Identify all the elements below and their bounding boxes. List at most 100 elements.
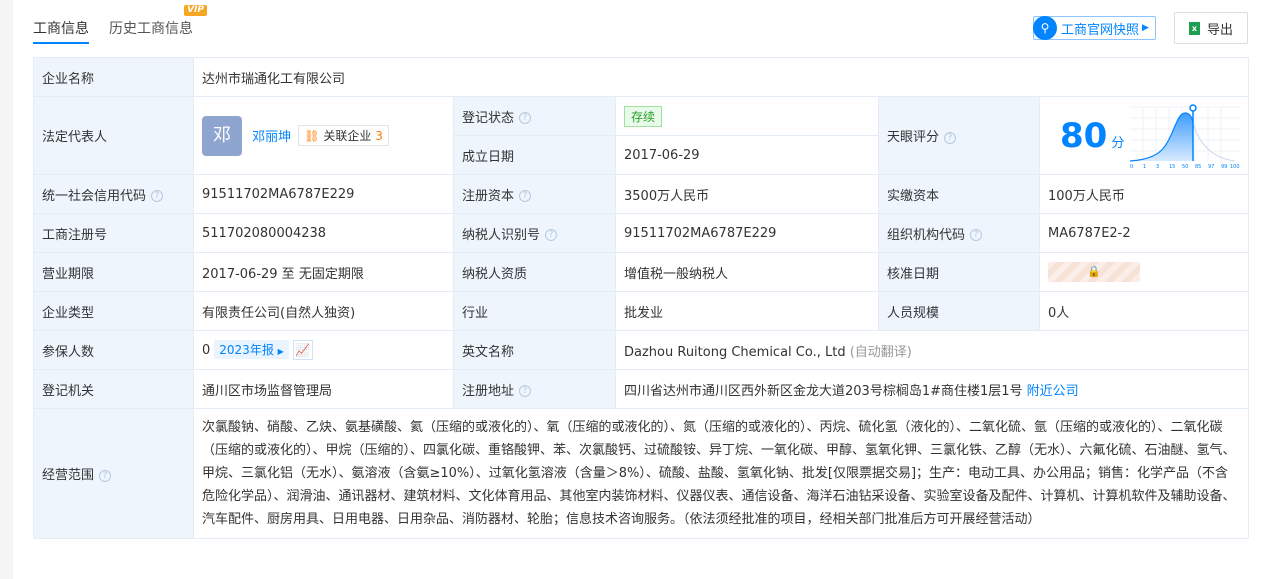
legal-rep-cell: 邓 邓丽坤 ⛓ 关联企业 3 — [193, 96, 454, 175]
field-label: 英文名称 — [453, 330, 616, 370]
label-text: 经营范围 — [42, 468, 95, 483]
label-text: 注册资本 — [462, 188, 515, 204]
export-button[interactable]: x 导出 — [1174, 12, 1248, 44]
authority-value: 通川区市场监督管理局 — [193, 369, 454, 409]
help-icon[interactable]: ? — [519, 112, 532, 124]
label-text: 统一社会信用代码 — [42, 188, 147, 204]
field-label: 登记机关 — [33, 369, 194, 409]
snapshot-label: 工商官网快照 — [1061, 22, 1140, 38]
legal-rep-name-link[interactable]: 邓丽坤 — [252, 130, 291, 145]
auto-translate-note: (自动翻译) — [849, 344, 912, 360]
table-row: 统一社会信用代码? 91511702MA6787E229 注册资本? 3500万… — [33, 174, 1250, 214]
field-label: 登记状态? — [453, 96, 616, 136]
label-text: 注册地址 — [462, 383, 515, 399]
help-icon[interactable]: ? — [519, 190, 532, 202]
org-code-value: MA6787E2-2 — [1038, 213, 1250, 253]
score-value: 80 分 — [1060, 116, 1124, 156]
tab-label: 历史工商信息 — [109, 21, 193, 37]
field-label: 参保人数 — [33, 330, 194, 370]
related-label: 关联企业 — [323, 129, 372, 143]
related-companies-button[interactable]: ⛓ 关联企业 3 — [298, 125, 389, 146]
label-text: 天眼评分 — [887, 130, 940, 145]
label-text: 纳税人识别号 — [462, 227, 541, 243]
business-scope-value: 次氯酸钠、硝酸、乙炔、氨基磺酸、氦（压缩的或液化的）、氧（压缩的或液化的）、氮（… — [192, 408, 1250, 539]
score-unit: 分 — [1111, 135, 1125, 151]
table-row: 登记机关 通川区市场监督管理局 注册地址? 四川省达州市通川区西外新区金龙大道2… — [33, 369, 1250, 409]
export-label: 导出 — [1206, 22, 1233, 38]
field-label: 经营范围? — [33, 408, 194, 539]
score-axis-tick: 50 — [1182, 164, 1188, 169]
tabs: 工商信息 历史工商信息 VIP — [33, 0, 213, 44]
stamp-icon: ⚲ — [1033, 15, 1057, 40]
reg-no-value: 511702080004238 — [193, 213, 454, 253]
help-icon[interactable]: ? — [944, 131, 957, 144]
term-value: 2017-06-29 至 无固定期限 — [193, 252, 454, 292]
table-row: 参保人数 0 2023年报 ▶ 📈 英文名称 Dazhou Ruitong Chem… — [33, 330, 1250, 370]
table-row: 工商注册号 511702080004238 纳税人识别号? 91511702MA… — [33, 213, 1250, 253]
score-axis-tick: 99 — [1221, 164, 1227, 169]
help-icon[interactable]: ? — [99, 469, 112, 482]
excel-icon: x — [1188, 21, 1200, 35]
score-axis-tick: 97 — [1208, 164, 1214, 169]
industry-value: 批发业 — [615, 291, 879, 331]
taxpayer-type-value: 增值税一般纳税人 — [615, 252, 879, 292]
score-axis-tick: 100 — [1230, 164, 1240, 169]
address-value: 四川省达州市通川区西外新区金龙大道203号棕榈岛1#商住楼1层1号 — [624, 383, 1023, 399]
english-name-value: Dazhou Ruitong Chemical Co., Ltd — [624, 344, 846, 360]
tab-label: 工商信息 — [33, 21, 89, 37]
trend-chart-icon[interactable]: 📈 — [292, 340, 313, 361]
business-info-panel: 工商信息 历史工商信息 VIP ⚲ 工商官网快照 ▶ x 导出 企业名称 达州市瑞通化工… — [13, 0, 1265, 579]
reg-capital-value: 3500万人民币 — [615, 174, 879, 214]
official-snapshot-button[interactable]: ⚲ 工商官网快照 ▶ — [1033, 15, 1156, 40]
help-icon[interactable]: ? — [970, 229, 983, 241]
reg-status-cell: 存续 — [615, 96, 879, 136]
score-cell[interactable]: 80 分 0 1 3 15 50 85 97 99 100 — [1038, 96, 1250, 175]
score-axis-tick: 3 — [1156, 164, 1159, 169]
annual-report-button[interactable]: 2023年报 ▶ — [214, 339, 289, 359]
caret-right-icon: ▶ — [1142, 23, 1149, 33]
network-icon: ⛓ — [304, 129, 320, 143]
tab-history-business-info[interactable]: 历史工商信息 VIP — [109, 0, 207, 44]
label-text: 登记状态 — [462, 110, 515, 126]
score-axis-tick: 85 — [1195, 164, 1201, 169]
help-icon[interactable]: ? — [151, 190, 164, 202]
approved-date-cell: 🔒 — [1038, 252, 1250, 292]
company-type-value: 有限责任公司(自然人独资) — [193, 291, 454, 331]
field-label: 纳税人识别号? — [453, 213, 616, 253]
score-axis-tick: 1 — [1143, 164, 1146, 169]
table-row: 经营范围? 次氯酸钠、硝酸、乙炔、氨基磺酸、氦（压缩的或液化的）、氧（压缩的或液… — [33, 408, 1250, 539]
field-label: 人员规模 — [878, 291, 1040, 331]
field-label: 纳税人资质 — [453, 252, 616, 292]
table-row: 法定代表人 邓 邓丽坤 ⛓ 关联企业 3 登记状态? 存续 天眼评分? 80 分 … — [33, 96, 1250, 175]
tab-business-info[interactable]: 工商信息 — [33, 0, 89, 44]
taxpayer-id-value: 91511702MA6787E229 — [615, 213, 879, 253]
english-name-cell: Dazhou Ruitong Chemical Co., Ltd (自动翻译) — [614, 330, 1250, 370]
field-label: 组织机构代码? — [878, 213, 1040, 253]
field-label: 核准日期 — [878, 252, 1040, 292]
help-icon[interactable]: ? — [545, 229, 558, 241]
table-row: 企业类型 有限责任公司(自然人独资) 行业 批发业 人员规模 0人 — [33, 291, 1250, 331]
staff-value: 0人 — [1038, 291, 1250, 331]
insured-value: 0 — [202, 342, 211, 358]
field-label: 企业名称 — [33, 57, 194, 97]
insured-cell: 0 2023年报 ▶ 📈 — [193, 330, 454, 370]
caret-right-icon: ▶ — [277, 346, 284, 356]
nearby-companies-link[interactable]: 附近公司 — [1027, 384, 1079, 399]
related-count: 3 — [375, 129, 383, 143]
field-label: 注册地址? — [453, 369, 616, 409]
score-distribution-chart: 0 1 3 15 50 85 97 99 100 — [1130, 103, 1241, 169]
field-label: 法定代表人 — [33, 96, 194, 175]
score-axis-tick: 0 — [1130, 164, 1133, 169]
table-row: 营业期限 2017-06-29 至 无固定期限 纳税人资质 增值税一般纳税人 核… — [33, 252, 1250, 292]
address-cell: 四川省达州市通川区西外新区金龙大道203号棕榈岛1#商住楼1层1号 附近公司 — [614, 369, 1250, 409]
field-label: 企业类型 — [33, 291, 194, 331]
score-number: 80 — [1060, 115, 1108, 156]
credit-code-value: 91511702MA6787E229 — [193, 174, 454, 214]
vip-badge: VIP — [184, 5, 207, 16]
paid-capital-value: 100万人民币 — [1038, 174, 1250, 214]
field-label: 行业 — [453, 291, 616, 331]
help-icon[interactable]: ? — [519, 385, 532, 397]
lock-icon[interactable]: 🔒 — [1048, 262, 1140, 282]
label-text: 组织机构代码 — [887, 227, 966, 243]
field-label: 天眼评分? — [878, 96, 1040, 175]
